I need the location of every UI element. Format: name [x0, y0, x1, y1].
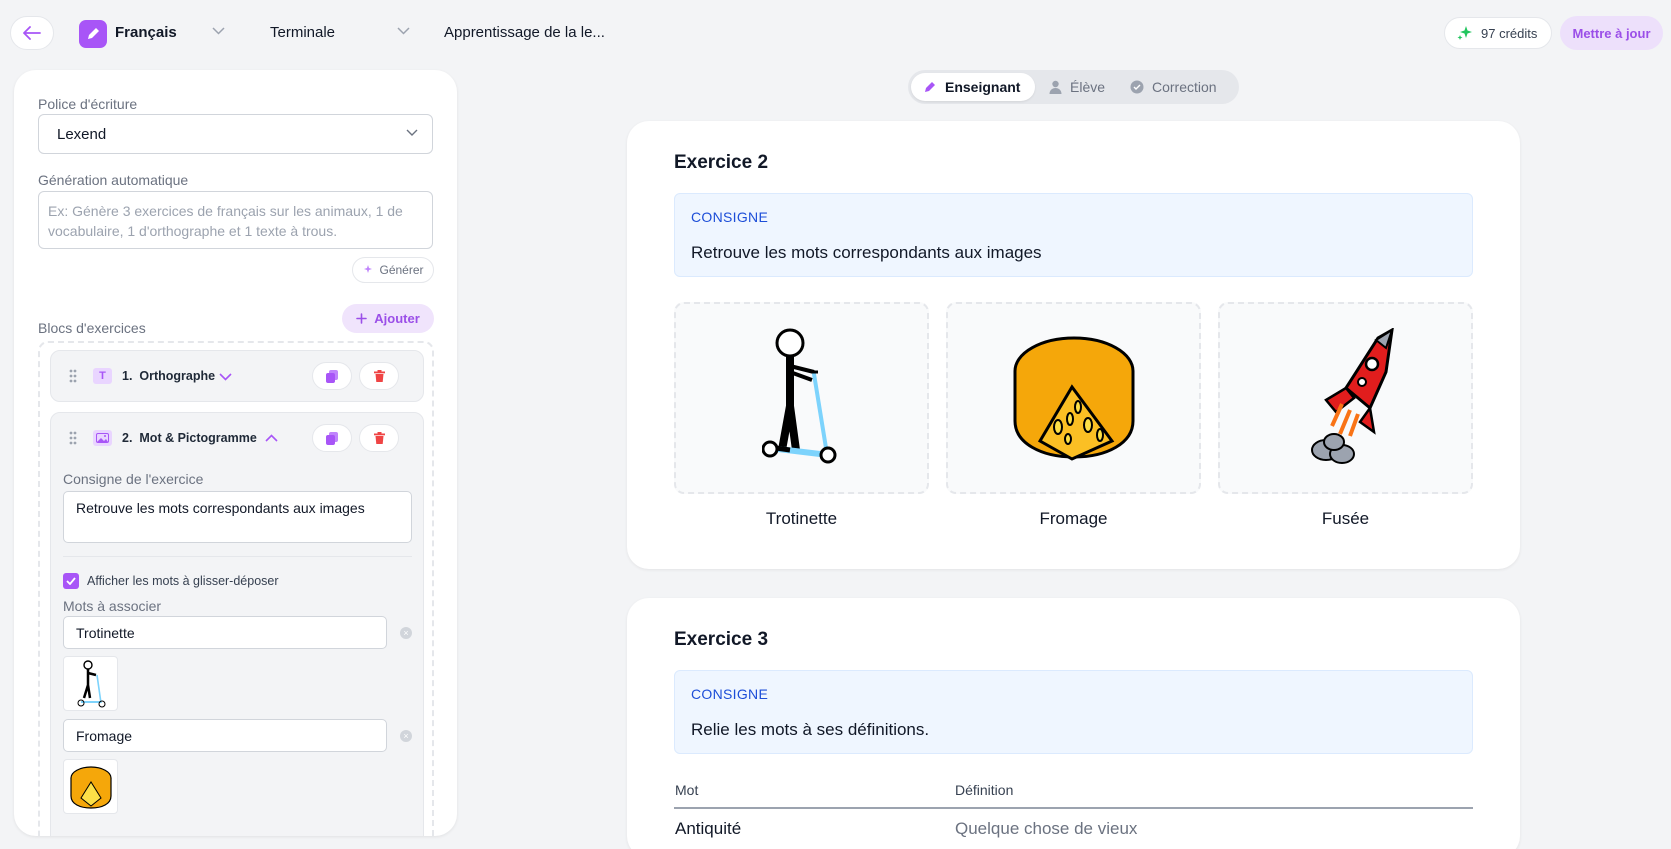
mode-student[interactable]: Élève — [1037, 73, 1117, 101]
drag-handle-icon[interactable] — [69, 369, 77, 383]
check-circle-icon — [1130, 80, 1144, 94]
check-icon — [66, 577, 76, 585]
settings-panel: Police d'écriture Lexend Génération auto… — [14, 70, 457, 836]
user-icon — [1049, 80, 1062, 94]
level-select[interactable]: Terminale — [270, 24, 335, 41]
exercise-title: Exercice 3 — [674, 629, 769, 650]
document-title[interactable]: Apprentissage de la le... — [444, 24, 605, 41]
chevron-up-icon[interactable] — [265, 434, 278, 442]
upgrade-button[interactable]: Mettre à jour — [1560, 16, 1663, 50]
consigne-textarea[interactable]: Retrouve les mots correspondants aux ima… — [63, 491, 412, 543]
text-type-icon: T — [93, 368, 112, 384]
exercise-title: Exercice 2 — [674, 152, 769, 173]
copy-icon — [326, 369, 338, 383]
delete-button[interactable] — [359, 424, 399, 452]
sparkles-icon — [364, 265, 373, 273]
generate-label: Générer — [379, 263, 424, 277]
consigne-box: CONSIGNE Retrouve les mots correspondant… — [674, 193, 1473, 277]
credits-count: 97 crédits — [1481, 25, 1538, 41]
table-header-definition: Définition — [955, 782, 1014, 798]
credits-badge[interactable]: 97 crédits — [1444, 17, 1552, 49]
delete-button[interactable] — [359, 362, 399, 390]
divider — [63, 556, 412, 557]
show-words-checkbox[interactable] — [63, 573, 79, 589]
blocks-label: Blocs d'exercices — [38, 320, 146, 336]
image-type-icon — [93, 430, 112, 446]
cheese-picto — [1013, 336, 1134, 461]
table-cell-definition[interactable]: Quelque chose de vieux — [955, 819, 1137, 839]
add-label: Ajouter — [374, 311, 420, 326]
autogen-label: Génération automatique — [38, 172, 189, 188]
image-caption: Fromage — [1039, 509, 1108, 528]
plus-icon — [356, 313, 368, 324]
back-button[interactable] — [10, 16, 54, 50]
remove-word-icon[interactable]: × — [400, 627, 412, 639]
table-divider — [674, 807, 1473, 809]
drag-handle-icon[interactable] — [69, 431, 77, 445]
sparkles-icon — [1457, 26, 1472, 40]
trash-icon — [373, 432, 385, 444]
table-cell-word[interactable]: Antiquité — [675, 819, 741, 839]
autogen-textarea[interactable]: Ex: Génère 3 exercices de français sur l… — [38, 191, 433, 249]
arrow-left-icon — [23, 26, 41, 40]
consigne-label: Consigne de l'exercice — [63, 471, 204, 487]
image-drop-zone[interactable] — [946, 302, 1201, 494]
chevron-down-icon[interactable] — [219, 373, 232, 381]
mode-teacher[interactable]: Enseignant — [911, 73, 1035, 101]
words-label: Mots à associer — [63, 598, 162, 614]
consigne-tag: CONSIGNE — [691, 686, 769, 702]
rocket-picto — [1310, 328, 1394, 464]
exercise-card: Exercice 3 CONSIGNE Relie les mots à ses… — [627, 598, 1520, 849]
chevron-down-icon[interactable] — [397, 27, 410, 35]
exercise-card: Exercice 2 CONSIGNE Retrouve les mots co… — [627, 121, 1520, 569]
copy-icon — [326, 431, 338, 445]
block-title: 1. Orthographe — [122, 369, 216, 383]
pencil-icon — [925, 82, 935, 92]
generate-button[interactable]: Générer — [352, 257, 434, 283]
subject-pencil-icon — [79, 20, 107, 48]
mode-correction[interactable]: Correction — [1118, 73, 1229, 101]
remove-word-icon[interactable]: × — [400, 730, 412, 742]
top-bar: Français Terminale Apprentissage de la l… — [0, 0, 1671, 66]
table-header-word: Mot — [675, 782, 699, 798]
blocks-list: T 1. Orthographe 2. Mot & Pictogramme Co… — [38, 341, 434, 836]
exercise-block[interactable]: 2. Mot & Pictogramme Consigne de l'exerc… — [50, 412, 424, 836]
chevron-down-icon — [406, 129, 418, 136]
font-value: Lexend — [57, 126, 107, 143]
consigne-text: Retrouve les mots correspondants aux ima… — [691, 243, 1042, 262]
cheese-thumbnail[interactable] — [63, 759, 118, 814]
mode-toggle: Enseignant Élève Correction — [908, 70, 1239, 104]
font-label: Police d'écriture — [38, 96, 138, 112]
image-caption: Trotinette — [765, 509, 838, 528]
duplicate-button[interactable] — [312, 362, 352, 390]
subject-select[interactable]: Français — [115, 24, 177, 41]
font-select[interactable]: Lexend — [38, 114, 433, 154]
image-drop-zone[interactable] — [674, 302, 929, 494]
trash-icon — [373, 370, 385, 382]
consigne-tag: CONSIGNE — [691, 209, 769, 225]
consigne-box: CONSIGNE Relie les mots à ses définition… — [674, 670, 1473, 754]
exercise-block[interactable]: T 1. Orthographe — [50, 350, 424, 402]
consigne-text: Relie les mots à ses définitions. — [691, 720, 930, 739]
scooter-thumbnail[interactable] — [63, 656, 118, 711]
duplicate-button[interactable] — [312, 424, 352, 452]
block-title: 2. Mot & Pictogramme — [122, 431, 257, 445]
add-block-button[interactable]: Ajouter — [342, 304, 434, 333]
word-input[interactable]: Fromage — [63, 719, 387, 752]
image-drop-zone[interactable] — [1218, 302, 1473, 494]
image-caption: Fusée — [1321, 509, 1370, 528]
chevron-down-icon[interactable] — [212, 27, 225, 35]
word-input[interactable]: Trotinette — [63, 616, 387, 649]
scooter-picto — [761, 328, 836, 464]
show-words-label: Afficher les mots à glisser-déposer — [87, 574, 279, 588]
